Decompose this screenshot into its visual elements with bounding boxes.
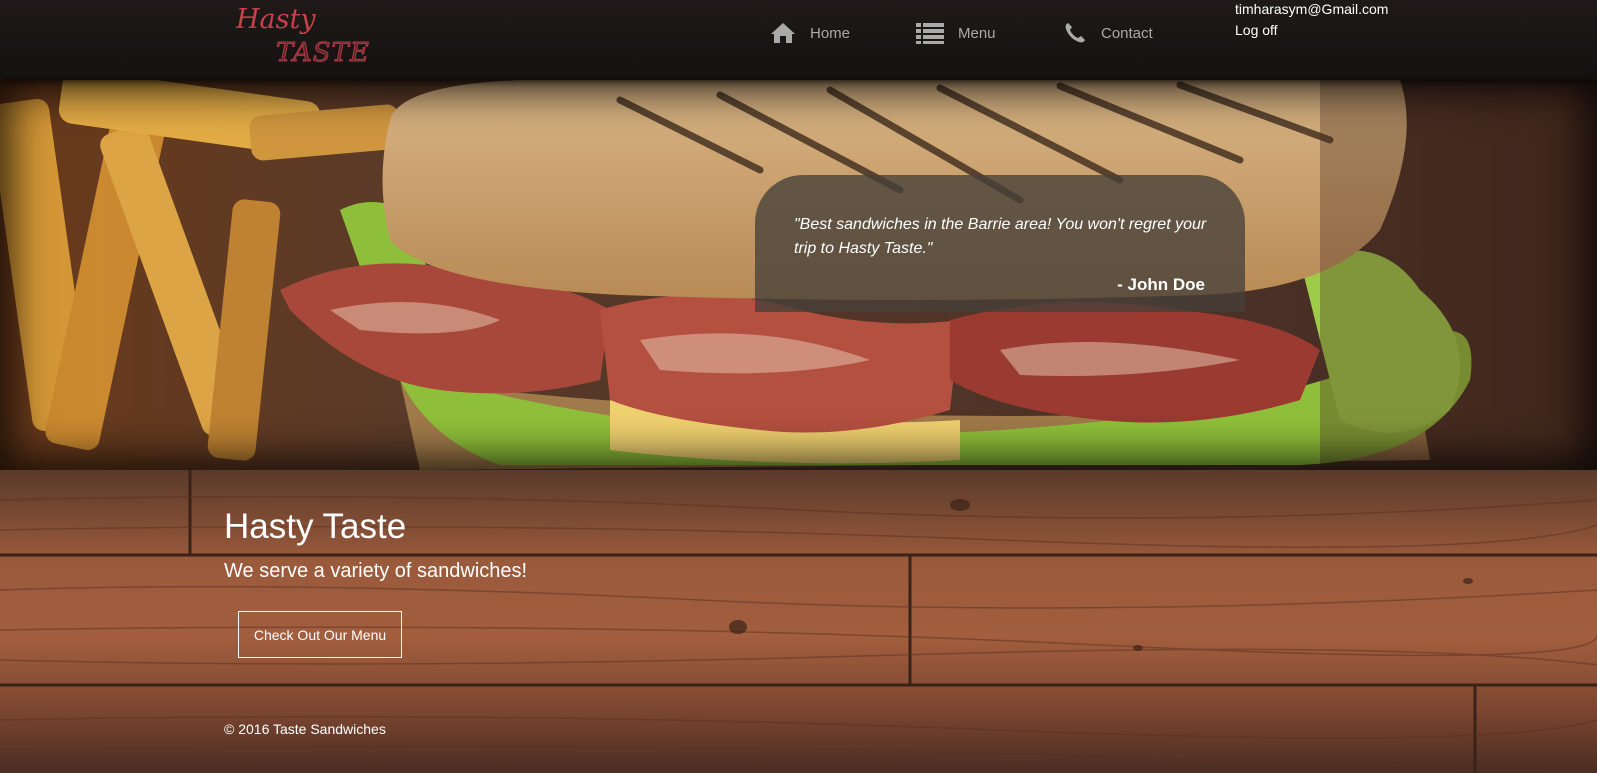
site-header: Hasty TASTE Home Menu Contact timharasym… bbox=[0, 0, 1597, 78]
menu-cta-button[interactable]: Check Out Our Menu bbox=[238, 611, 402, 658]
hero-banner: "Best sandwiches in the Barrie area! You… bbox=[0, 80, 1597, 470]
logoff-link[interactable]: Log off bbox=[1235, 22, 1278, 38]
nav-home[interactable]: Home bbox=[770, 18, 850, 48]
footer-copyright: © 2016 Taste Sandwiches bbox=[224, 721, 386, 737]
home-icon bbox=[771, 23, 795, 43]
testimonial-quote: "Best sandwiches in the Barrie area! You… bbox=[794, 216, 1207, 257]
nav-menu-label: Menu bbox=[958, 24, 996, 42]
nav-menu[interactable]: Menu bbox=[916, 18, 996, 48]
logo-line-1: Hasty bbox=[236, 4, 316, 35]
testimonial-author: - John Doe bbox=[1117, 275, 1205, 294]
testimonial-box: "Best sandwiches in the Barrie area! You… bbox=[755, 175, 1245, 312]
site-logo[interactable]: Hasty TASTE bbox=[236, 2, 376, 70]
list-icon bbox=[916, 23, 944, 44]
nav-contact[interactable]: Contact bbox=[1063, 18, 1153, 48]
nav-home-label: Home bbox=[810, 24, 851, 42]
nav-contact-label: Contact bbox=[1101, 24, 1153, 42]
page-title: Hasty Taste bbox=[224, 507, 407, 546]
page-subtitle: We serve a variety of sandwiches! bbox=[224, 560, 528, 582]
phone-icon bbox=[1065, 23, 1085, 43]
logo-line-2: TASTE bbox=[276, 38, 370, 69]
user-email[interactable]: timharasym@Gmail.com bbox=[1235, 1, 1388, 17]
